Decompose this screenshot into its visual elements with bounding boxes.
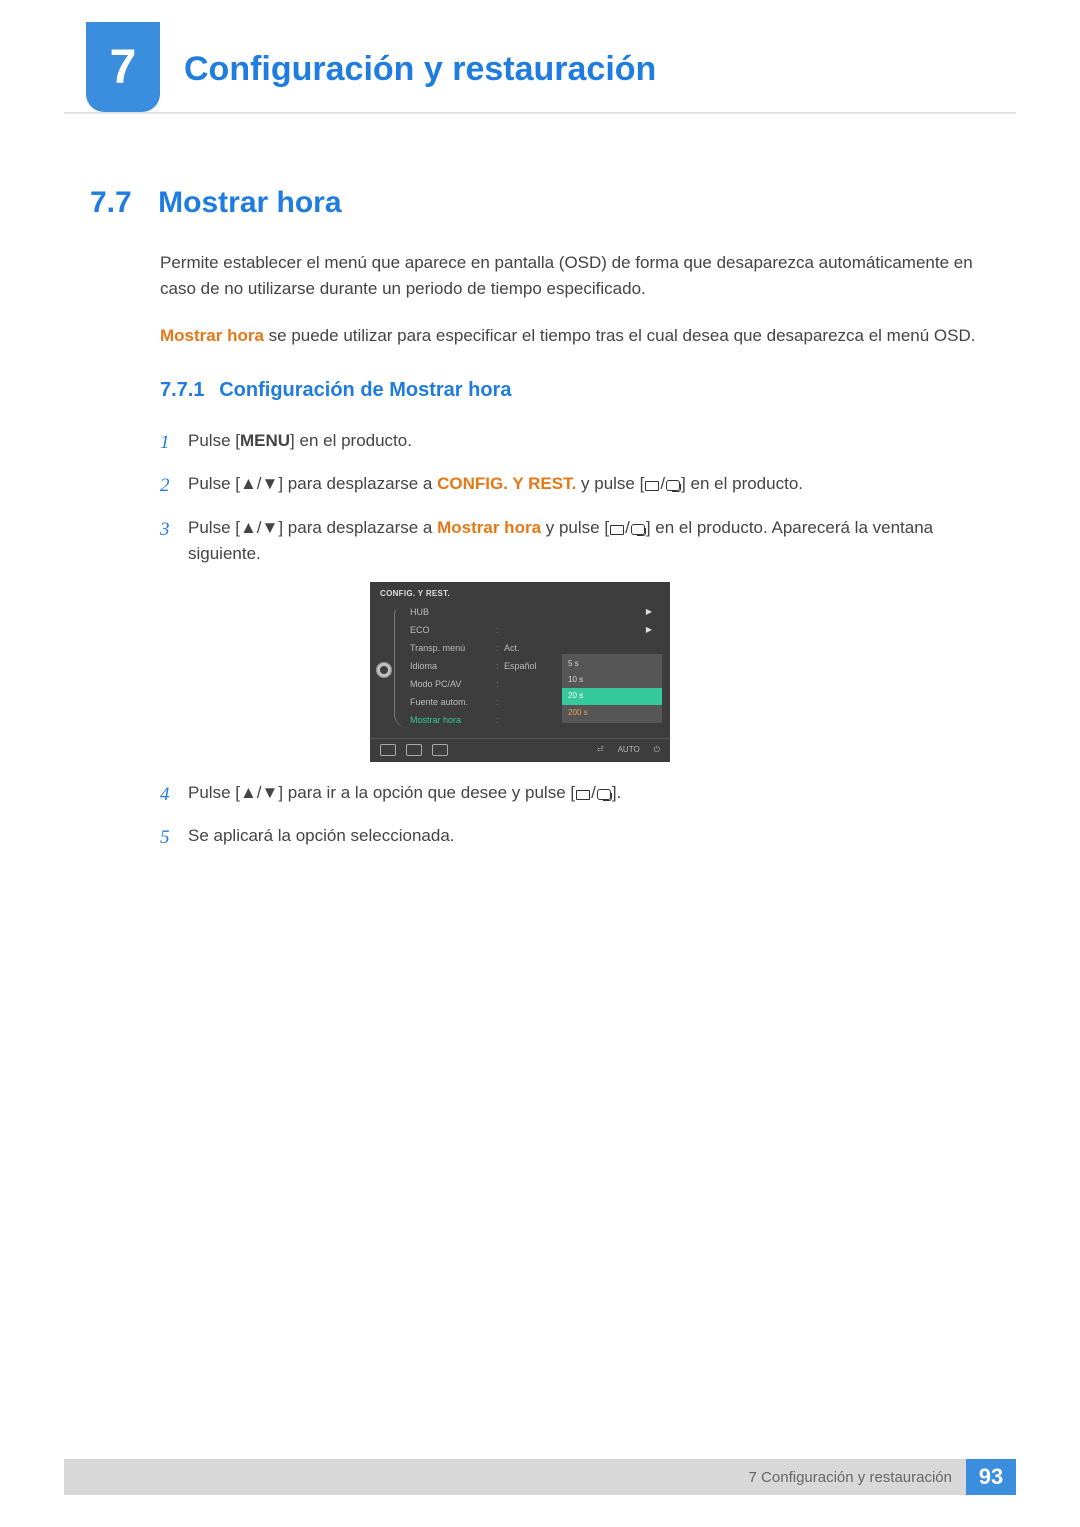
step-4: 4 Pulse [▲/▼] para ir a la opción que de… [160, 780, 980, 809]
step-5: 5 Se aplicará la opción seleccionada. [160, 823, 980, 852]
gear-icon [376, 662, 392, 678]
chevron-right-icon: ▶ [646, 624, 652, 636]
step-number: 3 [160, 515, 188, 568]
subsection-title: Configuración de Mostrar hora [219, 379, 511, 401]
intro-paragraph-2: Mostrar hora se puede utilizar para espe… [160, 323, 980, 349]
config-rest-term: CONFIG. Y REST. [437, 474, 576, 493]
section-heading: 7.7 Mostrar hora [90, 186, 990, 220]
section-number: 7.7 [90, 186, 132, 219]
step-3: 3 Pulse [▲/▼] para desplazarse a Mostrar… [160, 515, 980, 568]
osd-row-label: Transp. menú [410, 642, 496, 656]
osd-left-strip [376, 606, 392, 734]
osd-row-label: ECO [410, 624, 496, 638]
section-title: Mostrar hora [158, 186, 341, 219]
footer-breadcrumb: 7 Configuración y restauración [749, 1469, 952, 1486]
step-text: Pulse [▲/▼] para desplazarse a Mostrar h… [188, 515, 980, 568]
source-icon [610, 525, 624, 535]
subsection-number: 7.7.1 [160, 379, 204, 401]
osd-submenu-item: 5 s [562, 656, 662, 672]
footer-bar: 7 Configuración y restauración 93 [64, 1459, 1016, 1495]
down-icon [406, 744, 422, 756]
chapter-header: 7 Configuración y restauración [64, 22, 1016, 122]
step-2: 2 Pulse [▲/▼] para desplazarse a CONFIG.… [160, 471, 980, 500]
osd-row: ECO:▶ [410, 622, 660, 640]
power-icon: ⏻ [654, 744, 660, 756]
osd-row-label: HUB [410, 606, 496, 620]
osd-submenu-item: 10 s [562, 672, 662, 688]
chevron-right-icon: ▶ [646, 606, 652, 618]
osd-row: HUB ▶ [410, 604, 660, 622]
osd-row-label: Fuente autom. [410, 696, 496, 710]
subsection-heading: 7.7.1 Configuración de Mostrar hora [160, 375, 980, 406]
step-text: Pulse [MENU] en el producto. [188, 428, 980, 457]
osd-submenu-item-selected: 20 s [562, 688, 662, 704]
chapter-title: Configuración y restauración [184, 50, 656, 89]
osd-bottom-bar: ⏎ AUTO ⏻ [370, 738, 670, 762]
steps-list-cont: 4 Pulse [▲/▼] para ir a la opción que de… [160, 780, 980, 853]
manual-page: 7 Configuración y restauración 7.7 Mostr… [0, 0, 1080, 1527]
enter-icon [631, 524, 645, 535]
step-number: 1 [160, 428, 188, 457]
steps-list: 1 Pulse [MENU] en el producto. 2 Pulse [… [160, 428, 980, 568]
step-text: Pulse [▲/▼] para desplazarse a CONFIG. Y… [188, 471, 980, 500]
mostrar-hora-term: Mostrar hora [437, 518, 541, 537]
enter-icon [666, 480, 680, 491]
osd-row-label: Modo PC/AV [410, 678, 496, 692]
source-icon [576, 790, 590, 800]
up-icon [432, 744, 448, 756]
enter-icon [597, 789, 611, 800]
chapter-number-badge: 7 [86, 22, 160, 112]
menu-key: MENU [240, 431, 290, 450]
osd-arc-decoration [394, 608, 408, 728]
osd-row-label: Mostrar hora [410, 714, 496, 728]
mostrar-hora-term: Mostrar hora [160, 326, 264, 345]
back-icon [380, 744, 396, 756]
step-text: Se aplicará la opción seleccionada. [188, 823, 980, 852]
step-text: Pulse [▲/▼] para ir a la opción que dese… [188, 780, 980, 809]
intro-paragraph-1: Permite establecer el menú que aparece e… [160, 250, 980, 303]
step-number: 5 [160, 823, 188, 852]
header-divider [64, 112, 1016, 114]
osd-title: CONFIG. Y REST. [380, 588, 450, 600]
enter-icon: ⏎ [597, 744, 604, 756]
step-number: 2 [160, 471, 188, 500]
osd-submenu-item: 200 s [562, 705, 662, 721]
osd-screenshot: CONFIG. Y REST. HUB▶ ECO:▶ Transp. menú:… [370, 582, 670, 762]
osd-row-label: Idioma [410, 660, 496, 674]
auto-label: AUTO [618, 744, 640, 756]
osd-nav-icons [380, 744, 448, 756]
osd-bottom-right: ⏎ AUTO ⏻ [597, 744, 660, 756]
step-1: 1 Pulse [MENU] en el producto. [160, 428, 980, 457]
intro-paragraph-2-rest: se puede utilizar para especificar el ti… [264, 326, 976, 345]
step-number: 4 [160, 780, 188, 809]
body-content: Permite establecer el menú que aparece e… [160, 250, 980, 866]
osd-submenu: 5 s 10 s 20 s 200 s [562, 654, 662, 724]
source-icon [645, 481, 659, 491]
page-number: 93 [966, 1459, 1016, 1495]
